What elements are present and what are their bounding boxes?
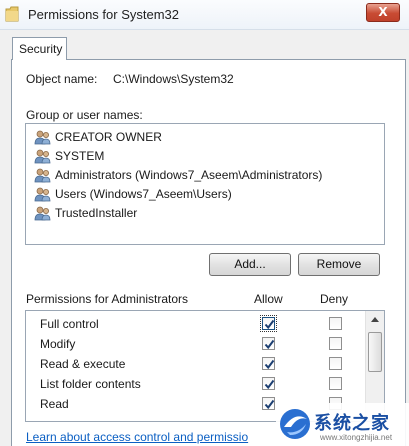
- watermark-swirl-icon: [280, 409, 310, 439]
- permissions-label: Permissions for Administrators: [26, 292, 189, 306]
- add-button[interactable]: Add...: [209, 253, 291, 276]
- scroll-up-arrow-icon[interactable]: [366, 311, 384, 329]
- user-name: Administrators (Windows7_Aseem\Administr…: [55, 167, 323, 182]
- deny-checkbox[interactable]: [329, 377, 342, 390]
- allow-checkbox[interactable]: [262, 377, 275, 390]
- object-name-value: C:\Windows\System32: [113, 72, 234, 86]
- watermark-url: www.xitongzhijia.net: [320, 433, 393, 442]
- user-name: SYSTEM: [55, 148, 105, 163]
- object-name-label: Object name:: [26, 72, 98, 86]
- permission-name: Full control: [40, 317, 99, 331]
- allow-checkbox[interactable]: [260, 315, 277, 332]
- permission-row: Read & execute: [26, 354, 366, 374]
- list-item[interactable]: Administrators (Windows7_Aseem\Administr…: [34, 165, 322, 184]
- users-icon: [34, 187, 51, 201]
- users-icon: [34, 130, 51, 144]
- user-name: CREATOR OWNER: [55, 129, 162, 144]
- permission-name: Modify: [40, 337, 76, 351]
- allow-checkbox[interactable]: [262, 397, 275, 410]
- title-bar[interactable]: Permissions for System32 X: [0, 0, 409, 30]
- users-icon: [34, 149, 51, 163]
- deny-checkbox[interactable]: [329, 337, 342, 350]
- users-icon: [34, 206, 51, 220]
- user-name: TrustedInstaller: [55, 205, 138, 220]
- group-list-label: Group or user names:: [26, 108, 143, 122]
- deny-checkbox[interactable]: [329, 317, 342, 330]
- window-title: Permissions for System32: [28, 7, 179, 22]
- watermark-logo: 系统之家 www.xitongzhijia.net: [276, 403, 409, 446]
- list-item[interactable]: SYSTEM: [34, 146, 104, 165]
- user-name: Users (Windows7_Aseem\Users): [55, 186, 232, 201]
- tab-security[interactable]: Security: [12, 37, 67, 60]
- allow-checkbox[interactable]: [262, 337, 275, 350]
- permission-row: Full control: [26, 314, 366, 334]
- permission-row: List folder contents: [26, 374, 366, 394]
- permission-name: Read & execute: [40, 357, 126, 371]
- check-icon: [264, 379, 275, 390]
- group-user-list[interactable]: CREATOR OWNER SYSTEM Administrators (Win…: [25, 123, 385, 245]
- watermark-text: 系统之家: [314, 413, 390, 433]
- list-item[interactable]: Users (Windows7_Aseem\Users): [34, 184, 232, 203]
- folder-icon: [5, 6, 19, 22]
- permission-name: List folder contents: [40, 377, 141, 391]
- scroll-thumb[interactable]: [368, 332, 382, 372]
- check-icon: [264, 359, 275, 370]
- close-button[interactable]: X: [366, 3, 400, 22]
- list-item[interactable]: TrustedInstaller: [34, 203, 137, 222]
- permission-name: Read: [40, 397, 69, 411]
- remove-button[interactable]: Remove: [298, 253, 380, 276]
- check-icon: [264, 319, 275, 330]
- check-icon: [264, 339, 275, 350]
- list-item[interactable]: CREATOR OWNER: [34, 127, 162, 146]
- check-icon: [264, 399, 275, 410]
- deny-column-header: Deny: [320, 292, 349, 306]
- deny-checkbox[interactable]: [329, 357, 342, 370]
- allow-column-header: Allow: [254, 292, 283, 306]
- allow-checkbox[interactable]: [262, 357, 275, 370]
- permission-row: Modify: [26, 334, 366, 354]
- learn-access-control-link[interactable]: Learn about access control and permissio: [26, 430, 248, 444]
- users-icon: [34, 168, 51, 182]
